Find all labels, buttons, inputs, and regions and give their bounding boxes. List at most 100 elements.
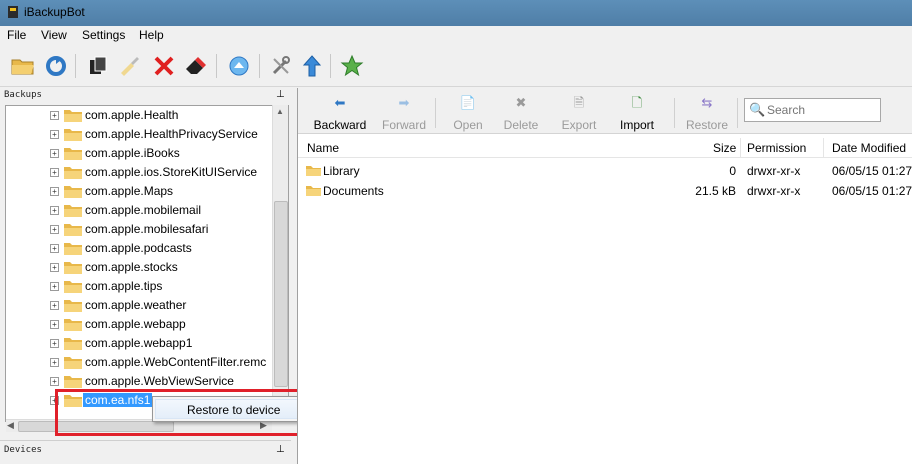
tree-item[interactable]: + com.apple.Maps bbox=[6, 182, 276, 201]
clean-brush-icon[interactable] bbox=[116, 53, 142, 79]
folder-icon bbox=[64, 376, 82, 388]
folder-icon bbox=[64, 224, 82, 236]
scroll-thumb[interactable] bbox=[274, 201, 288, 387]
expand-icon[interactable]: + bbox=[50, 187, 59, 196]
expand-icon[interactable]: + bbox=[50, 206, 59, 215]
restore-icon: ⇆ bbox=[701, 95, 713, 110]
tree-item[interactable]: + com.apple.mobilesafari bbox=[6, 220, 276, 239]
expand-icon[interactable]: + bbox=[50, 149, 59, 158]
tree-item[interactable]: + com.apple.podcasts bbox=[6, 239, 276, 258]
file-list-header: Name Size Permission Date Modified bbox=[298, 138, 912, 158]
column-name[interactable]: Name bbox=[307, 141, 339, 155]
expand-icon[interactable]: + bbox=[50, 263, 59, 272]
folder-icon bbox=[64, 148, 82, 160]
file-permission: drwxr-xr-x bbox=[747, 164, 801, 178]
folder-icon bbox=[306, 186, 321, 196]
file-date: 06/05/15 01:27 bbox=[832, 164, 912, 178]
eraser-icon[interactable] bbox=[182, 53, 208, 79]
upload-icon[interactable] bbox=[226, 53, 252, 79]
file-date: 06/05/15 01:27 bbox=[832, 184, 912, 198]
expand-icon[interactable]: + bbox=[50, 244, 59, 253]
column-date-modified[interactable]: Date Modified bbox=[832, 141, 906, 155]
search-input[interactable] bbox=[767, 102, 877, 118]
menu-help[interactable]: Help bbox=[139, 28, 164, 42]
tree-item[interactable]: + com.apple.tips bbox=[6, 277, 276, 296]
folder-icon bbox=[64, 129, 82, 141]
expand-icon[interactable]: + bbox=[50, 301, 59, 310]
main-toolbar bbox=[0, 45, 912, 87]
export-file-icon: 🗎 bbox=[573, 95, 585, 110]
expand-icon[interactable]: + bbox=[50, 339, 59, 348]
folder-icon bbox=[64, 338, 82, 350]
open-folder-icon[interactable] bbox=[10, 53, 36, 79]
tools-icon[interactable] bbox=[268, 53, 294, 79]
forward-button[interactable]: ➡ Forward bbox=[378, 94, 430, 132]
file-browser-panel: ⬅ Backward ➡ Forward 📄 Open ✖ Delete 🗎 E… bbox=[297, 88, 912, 464]
file-toolbar: ⬅ Backward ➡ Forward 📄 Open ✖ Delete 🗎 E… bbox=[298, 88, 912, 134]
search-box[interactable]: 🔍 bbox=[744, 98, 881, 122]
column-permission[interactable]: Permission bbox=[747, 141, 806, 155]
file-permission: drwxr-xr-x bbox=[747, 184, 801, 198]
expand-icon[interactable]: + bbox=[50, 282, 59, 291]
search-icon: 🔍 bbox=[749, 102, 766, 117]
file-name: Documents bbox=[323, 184, 384, 198]
favorite-star-icon[interactable] bbox=[339, 53, 365, 79]
folder-icon bbox=[64, 300, 82, 312]
expand-icon[interactable]: + bbox=[50, 377, 59, 386]
delete-icon[interactable] bbox=[151, 53, 177, 79]
delete-button[interactable]: ✖ Delete bbox=[500, 94, 542, 132]
forward-arrow-icon: ➡ bbox=[398, 95, 410, 110]
folder-icon bbox=[64, 357, 82, 369]
menu-settings[interactable]: Settings bbox=[82, 28, 125, 42]
open-file-icon: 📄 bbox=[459, 95, 477, 110]
file-name: Library bbox=[323, 164, 360, 178]
menu-file[interactable]: File bbox=[7, 28, 26, 42]
devices-header: Devices bbox=[4, 445, 42, 455]
menu-bar: File View Settings Help bbox=[0, 26, 912, 44]
backward-button[interactable]: ⬅ Backward bbox=[310, 94, 370, 132]
tree-item[interactable]: + com.apple.webapp1 bbox=[6, 334, 276, 353]
file-size: 21.5 kB bbox=[695, 184, 736, 198]
title-bar: iBackupBot bbox=[0, 0, 912, 26]
menu-view[interactable]: View bbox=[41, 28, 67, 42]
expand-icon[interactable]: + bbox=[50, 225, 59, 234]
folder-icon bbox=[64, 205, 82, 217]
tree-item[interactable]: + com.apple.Health bbox=[6, 106, 276, 125]
tree-item[interactable]: + com.apple.stocks bbox=[6, 258, 276, 277]
scroll-up-arrow-icon[interactable]: ▲ bbox=[276, 107, 284, 116]
expand-icon[interactable]: + bbox=[50, 168, 59, 177]
pin-icon[interactable]: ⊥ bbox=[276, 89, 285, 100]
delete-file-icon: ✖ bbox=[515, 95, 527, 110]
tree-item[interactable]: + com.apple.mobilemail bbox=[6, 201, 276, 220]
export-arrow-icon[interactable] bbox=[299, 53, 325, 79]
tree-item[interactable]: + com.apple.iBooks bbox=[6, 144, 276, 163]
file-row[interactable]: Documents 21.5 kB drwxr-xr-x 06/05/15 01… bbox=[298, 181, 912, 201]
copy-icon[interactable] bbox=[85, 53, 111, 79]
scroll-left-arrow-icon[interactable]: ◀ bbox=[7, 420, 14, 431]
column-size[interactable]: Size bbox=[713, 141, 736, 155]
folder-icon bbox=[64, 262, 82, 274]
tree-item[interactable]: + com.apple.HealthPrivacyService bbox=[6, 125, 276, 144]
restore-button[interactable]: ⇆ Restore bbox=[682, 94, 732, 132]
tree-item[interactable]: + com.apple.WebContentFilter.remc bbox=[6, 353, 276, 372]
tree-item[interactable]: + com.apple.ios.StoreKitUIService bbox=[6, 163, 276, 182]
refresh-icon[interactable] bbox=[43, 53, 69, 79]
expand-icon[interactable]: + bbox=[50, 111, 59, 120]
expand-icon[interactable]: + bbox=[50, 358, 59, 367]
tree-vertical-scrollbar[interactable]: ▲ bbox=[272, 105, 288, 421]
window-title: iBackupBot bbox=[24, 5, 85, 19]
devices-panel: Devices ⊥ bbox=[0, 440, 291, 464]
tree-item[interactable]: + com.apple.webapp bbox=[6, 315, 276, 334]
tree-item[interactable]: + com.apple.weather bbox=[6, 296, 276, 315]
file-row[interactable]: Library 0 drwxr-xr-x 06/05/15 01:27 bbox=[298, 161, 912, 181]
file-size: 0 bbox=[729, 164, 736, 178]
open-button[interactable]: 📄 Open bbox=[448, 94, 488, 132]
import-button[interactable]: 🗋 Import bbox=[612, 94, 662, 132]
expand-icon[interactable]: + bbox=[50, 320, 59, 329]
folder-icon bbox=[64, 243, 82, 255]
expand-icon[interactable]: + bbox=[50, 130, 59, 139]
backups-header: Backups bbox=[4, 90, 42, 100]
folder-icon bbox=[64, 167, 82, 179]
export-button[interactable]: 🗎 Export bbox=[557, 94, 601, 132]
pin-icon[interactable]: ⊥ bbox=[276, 444, 285, 455]
